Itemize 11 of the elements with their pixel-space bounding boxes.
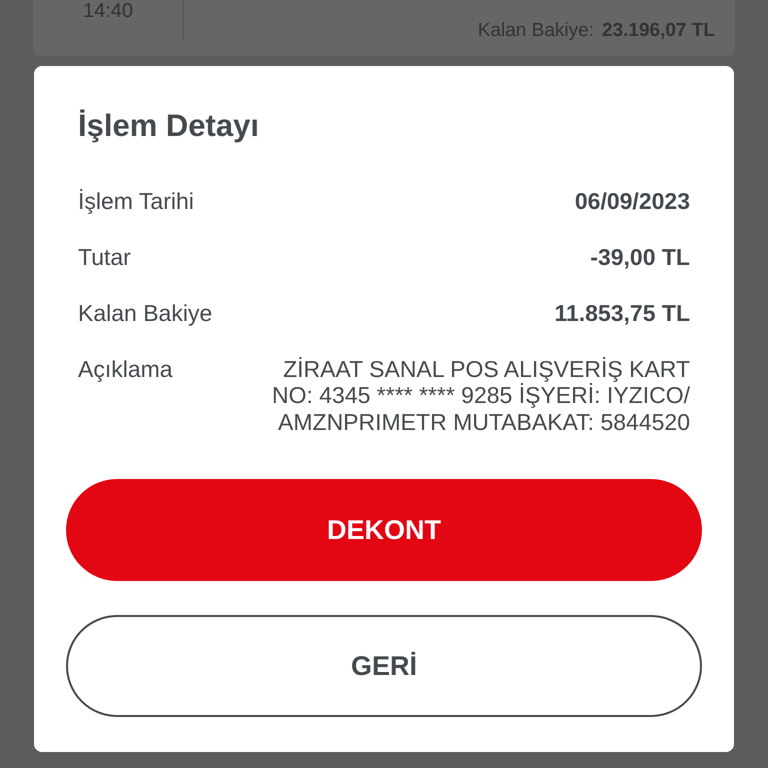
detail-value: ZİRAAT SANAL POS ALIŞVERİŞ KART NO: 4345 **** **** 9285 İŞYERİ: IYZICO/ AMZNPRIMETR MUTABAKAT: 5844520 bbox=[270, 356, 690, 436]
detail-label: Tutar bbox=[78, 244, 131, 271]
detail-label: İşlem Tarihi bbox=[78, 188, 194, 215]
receipt-button[interactable]: DEKONT bbox=[66, 479, 702, 582]
detail-label: Açıklama bbox=[78, 356, 173, 383]
detail-label: Kalan Bakiye bbox=[78, 300, 212, 327]
dialog-title: İşlem Detayı bbox=[78, 108, 260, 144]
back-button[interactable]: GERİ bbox=[66, 615, 702, 718]
detail-value: -39,00 TL bbox=[590, 244, 690, 270]
detail-value: 11.853,75 TL bbox=[554, 300, 690, 326]
detail-value: 06/09/2023 bbox=[574, 188, 690, 214]
